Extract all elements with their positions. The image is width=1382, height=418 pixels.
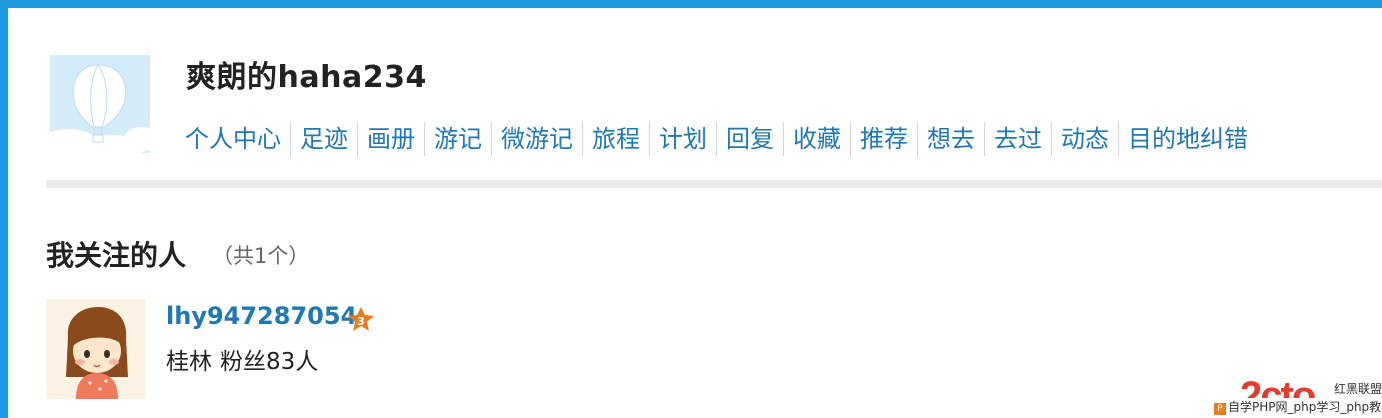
nav-item-albums[interactable]: 画册	[357, 122, 424, 156]
followed-user-name[interactable]: lhy947287054	[166, 302, 357, 330]
nav-item-micro-travelogues[interactable]: 微游记	[491, 122, 582, 156]
profile-avatar[interactable]	[50, 55, 150, 153]
section-divider	[46, 180, 1382, 188]
vip-badge-icon: 3	[348, 307, 374, 331]
profile-username: 爽朗的haha234	[186, 60, 427, 95]
followed-user-meta: 桂林 粉丝83人	[166, 342, 326, 376]
window-left-border	[0, 0, 8, 418]
nav-item-been-there[interactable]: 去过	[984, 122, 1051, 156]
nav-item-footprints[interactable]: 足迹	[290, 122, 357, 156]
php-badge-icon: P	[1214, 403, 1226, 415]
nav-item-activity[interactable]: 动态	[1051, 122, 1118, 156]
nav-item-want-to-go[interactable]: 想去	[917, 122, 984, 156]
followed-user-fans: 粉丝83人	[220, 349, 319, 375]
nav-item-personal-center[interactable]: 个人中心	[176, 122, 290, 156]
watermark-line-text: 自学PHP网_php学习_php教	[1228, 400, 1382, 414]
nav-item-favorites[interactable]: 收藏	[783, 122, 850, 156]
section-title: 我关注的人	[46, 239, 187, 272]
svg-text:3: 3	[357, 315, 365, 328]
nav-item-destination-correction[interactable]: 目的地纠错	[1118, 122, 1257, 156]
nav-item-travelogues[interactable]: 游记	[424, 122, 491, 156]
girl-avatar-icon	[46, 299, 146, 399]
followed-user-city: 桂林	[166, 349, 212, 375]
watermark-line: P 自学PHP网_php学习_php教	[1214, 398, 1382, 415]
nav-item-recommendations[interactable]: 推荐	[850, 122, 917, 156]
user-avatar[interactable]	[46, 299, 146, 399]
profile-nav: 个人中心 足迹 画册 游记 微游记 旅程 计划 回复 收藏 推荐 想去 去过 动…	[176, 122, 1257, 156]
following-count: （共1个）	[212, 244, 310, 268]
hot-air-balloon-icon	[50, 55, 150, 153]
nav-item-journeys[interactable]: 旅程	[582, 122, 649, 156]
nav-item-replies[interactable]: 回复	[716, 122, 783, 156]
nav-item-plans[interactable]: 计划	[649, 122, 716, 156]
watermark-sub: 红黑联盟	[1334, 382, 1382, 396]
window-top-border	[0, 0, 1382, 8]
